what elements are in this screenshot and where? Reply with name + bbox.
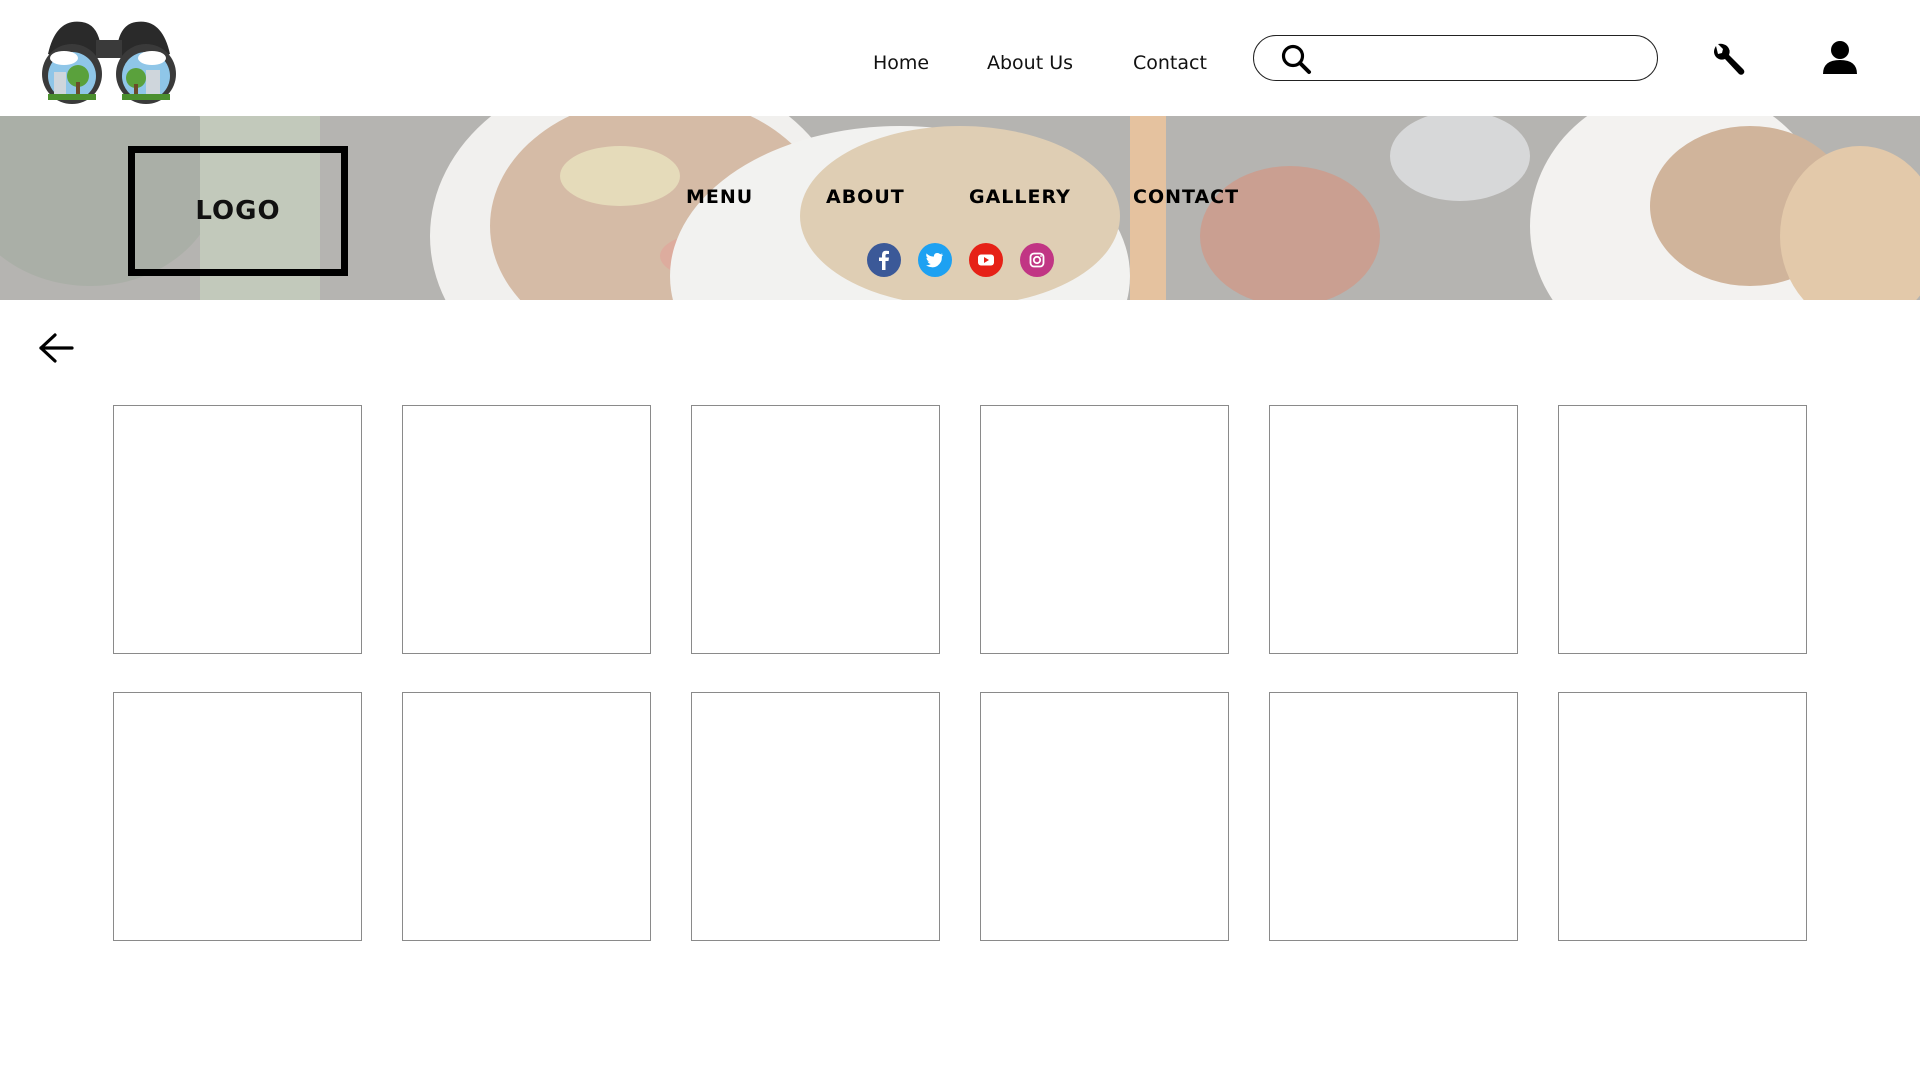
hero-logo-placeholder[interactable]: LOGO (128, 146, 348, 276)
gallery-tile[interactable] (691, 692, 940, 941)
top-nav-home-link[interactable]: Home (873, 52, 929, 74)
user-account-icon[interactable] (1820, 38, 1860, 78)
top-nav-contact-link[interactable]: Contact (1133, 52, 1207, 74)
gallery-tile[interactable] (1558, 405, 1807, 654)
hero-nav-menu[interactable]: MENU (686, 186, 753, 208)
gallery-tile[interactable] (1269, 405, 1518, 654)
wrench-icon[interactable] (1708, 40, 1748, 80)
gallery-tile[interactable] (402, 405, 651, 654)
hero-nav-contact[interactable]: CONTACT (1133, 186, 1239, 208)
gallery-tile[interactable] (980, 405, 1229, 654)
top-bar: Home About Us Contact (0, 0, 1920, 116)
hero-banner: LOGO MENU ABOUT GALLERY CONTACT (0, 116, 1920, 300)
gallery-tile[interactable] (980, 692, 1229, 941)
search-box[interactable] (1253, 35, 1658, 81)
gallery-tile[interactable] (1558, 692, 1807, 941)
gallery-tile[interactable] (691, 405, 940, 654)
search-icon[interactable] (1280, 43, 1312, 75)
hero-nav-gallery[interactable]: GALLERY (969, 186, 1071, 208)
back-arrow-icon[interactable] (38, 332, 74, 364)
search-input[interactable] (1324, 42, 1638, 76)
top-nav-about-link[interactable]: About Us (987, 52, 1073, 74)
youtube-icon[interactable] (969, 243, 1003, 277)
twitter-icon[interactable] (918, 243, 952, 277)
gallery-tile[interactable] (1269, 692, 1518, 941)
facebook-icon[interactable] (867, 243, 901, 277)
instagram-icon[interactable] (1020, 243, 1054, 277)
gallery-tile[interactable] (113, 405, 362, 654)
gallery-tile[interactable] (113, 692, 362, 941)
hero-nav-about[interactable]: ABOUT (826, 186, 905, 208)
gallery-tile[interactable] (402, 692, 651, 941)
